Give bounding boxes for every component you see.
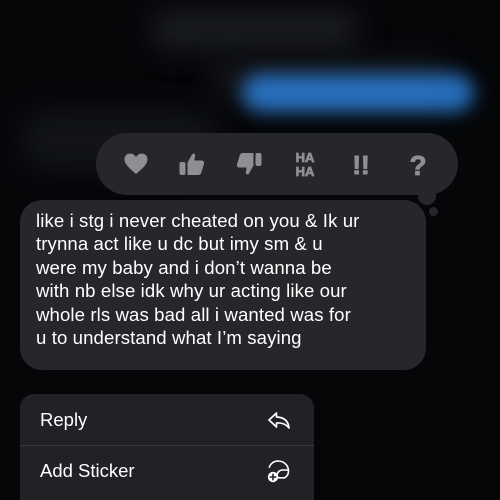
double-exclamation-label: !! — [353, 150, 370, 179]
haha-bottom-label: HA — [296, 164, 315, 179]
haha-top-label: HA — [296, 150, 315, 165]
add-sticker-menu-item[interactable]: Add Sticker — [20, 445, 314, 496]
heart-reaction-button[interactable] — [114, 142, 158, 186]
blurred-sent-message — [242, 74, 474, 112]
add-sticker-icon — [266, 458, 292, 484]
question-label: ? — [409, 150, 426, 179]
haha-icon: HA HA — [295, 150, 315, 179]
thumbs-down-icon — [236, 153, 262, 175]
haha-reaction-button[interactable]: HA HA — [283, 142, 327, 186]
tapback-reaction-bar: HA HA !! ? — [96, 133, 458, 195]
message-text: like i stg i never cheated on you & Ik u… — [36, 210, 360, 349]
reply-menu-item[interactable]: Reply — [20, 394, 314, 445]
thumbs-down-reaction-button[interactable] — [227, 142, 271, 186]
add-sticker-label: Add Sticker — [40, 460, 135, 481]
reply-label: Reply — [40, 408, 88, 430]
message-bubble[interactable]: like i stg i never cheated on you & Ik u… — [20, 200, 426, 370]
question-icon: ? — [409, 150, 427, 179]
double-exclamation-icon: !! — [352, 150, 370, 180]
blurred-message — [150, 10, 360, 50]
thumbs-up-icon — [179, 153, 205, 175]
reply-arrow-icon — [266, 407, 292, 433]
thumbs-up-reaction-button[interactable] — [170, 142, 214, 186]
emphasize-reaction-button[interactable]: !! — [339, 142, 383, 186]
question-reaction-button[interactable]: ? — [396, 142, 440, 186]
tapback-tail-dot — [418, 187, 436, 205]
message-context-menu: Reply Add Sticker — [20, 394, 314, 500]
tapback-tail-dot — [429, 207, 438, 216]
heart-icon — [124, 153, 148, 174]
